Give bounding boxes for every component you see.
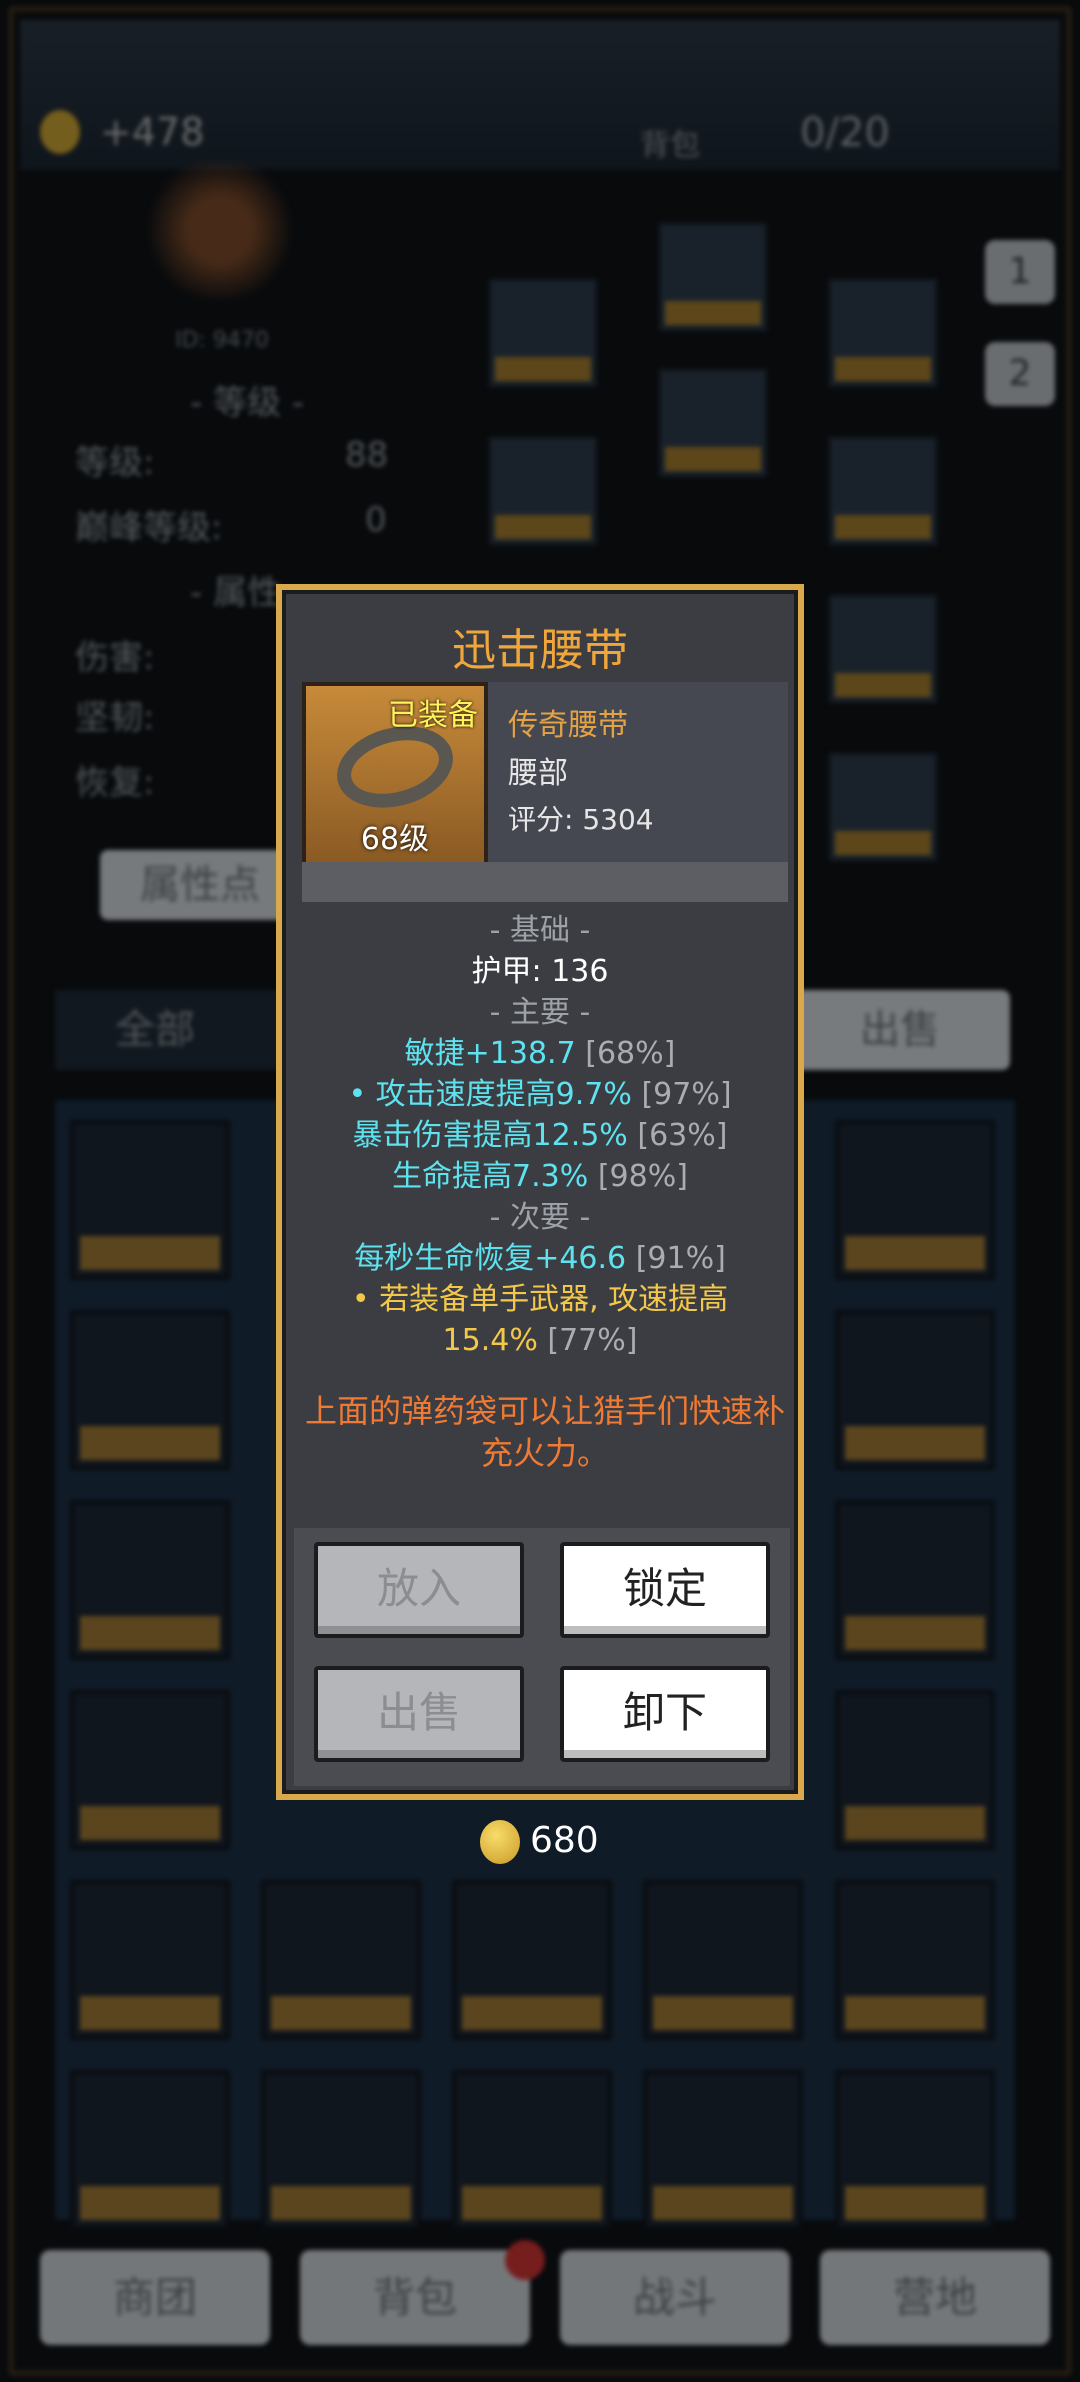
item-quality: 传奇腰带 [508, 708, 628, 743]
main-stat-pct: [68%] [585, 1036, 676, 1071]
main-stat-text: • 攻击速度提高9.7% [348, 1077, 632, 1112]
item-level: 68级 [360, 822, 430, 857]
item-header: 已装备 68级 传奇腰带 腰部 评分: 5304 [302, 682, 788, 872]
main-stat-row: 敏捷+138.7 [68%] [282, 1033, 798, 1074]
item-icon: 已装备 68级 [302, 682, 488, 868]
special-stat-pct: [77%] [547, 1323, 638, 1358]
gold-coin-icon [480, 1820, 520, 1864]
special-stat-line1: • 若装备单手武器, 攻速提高 [351, 1282, 729, 1317]
special-stat-line2: 15.4% [442, 1323, 538, 1358]
secondary-stat-pct: [91%] [635, 1241, 726, 1276]
item-name: 迅击腰带 [452, 625, 628, 676]
secondary-stat-text: 每秒生命恢复+46.6 [354, 1241, 627, 1276]
section-secondary: - 次要 - [489, 1200, 591, 1235]
section-main: - 主要 - [489, 995, 591, 1030]
main-stat-row: 暴击伤害提高12.5% [63%] [282, 1115, 798, 1156]
lock-button[interactable]: 锁定 [560, 1542, 770, 1638]
base-stat: 护甲: 136 [471, 954, 609, 989]
action-panel: 放入 锁定 出售 卸下 [294, 1528, 790, 1786]
main-stat-row: 生命提高7.3% [98%] [282, 1156, 798, 1197]
sell-button[interactable]: 出售 [314, 1666, 524, 1762]
main-stat-pct: [98%] [597, 1159, 688, 1194]
main-stat-text: 暴击伤害提高12.5% [352, 1118, 628, 1153]
special-stat-line2-row: 15.4% [77%] [282, 1320, 798, 1361]
item-slot: 腰部 [508, 756, 568, 791]
item-score: 评分: 5304 [508, 803, 654, 836]
secondary-stat-row: 每秒生命恢复+46.6 [91%] [282, 1238, 798, 1279]
section-base: - 基础 - [489, 913, 591, 948]
item-description: 上面的弹药袋可以让猎手们快速补充火力。 [304, 1392, 785, 1472]
main-stat-text: 生命提高7.3% [392, 1159, 589, 1194]
unequip-button[interactable]: 卸下 [560, 1666, 770, 1762]
main-stat-pct: [97%] [641, 1077, 732, 1112]
header-divider [302, 862, 788, 902]
put-in-button[interactable]: 放入 [314, 1542, 524, 1638]
equipped-tag: 已装备 [388, 698, 478, 733]
main-stat-row: • 攻击速度提高9.7% [97%] [282, 1074, 798, 1115]
item-stats: - 基础 - 护甲: 136 - 主要 - 敏捷+138.7 [68%] • 攻… [282, 910, 798, 1361]
main-stat-pct: [63%] [637, 1118, 728, 1153]
item-detail-modal: 迅击腰带 已装备 68级 传奇腰带 腰部 评分: 5304 - 基础 - 护甲:… [276, 584, 804, 1800]
main-stat-text: 敏捷+138.7 [404, 1036, 576, 1071]
price-value: 680 [530, 1820, 599, 1861]
